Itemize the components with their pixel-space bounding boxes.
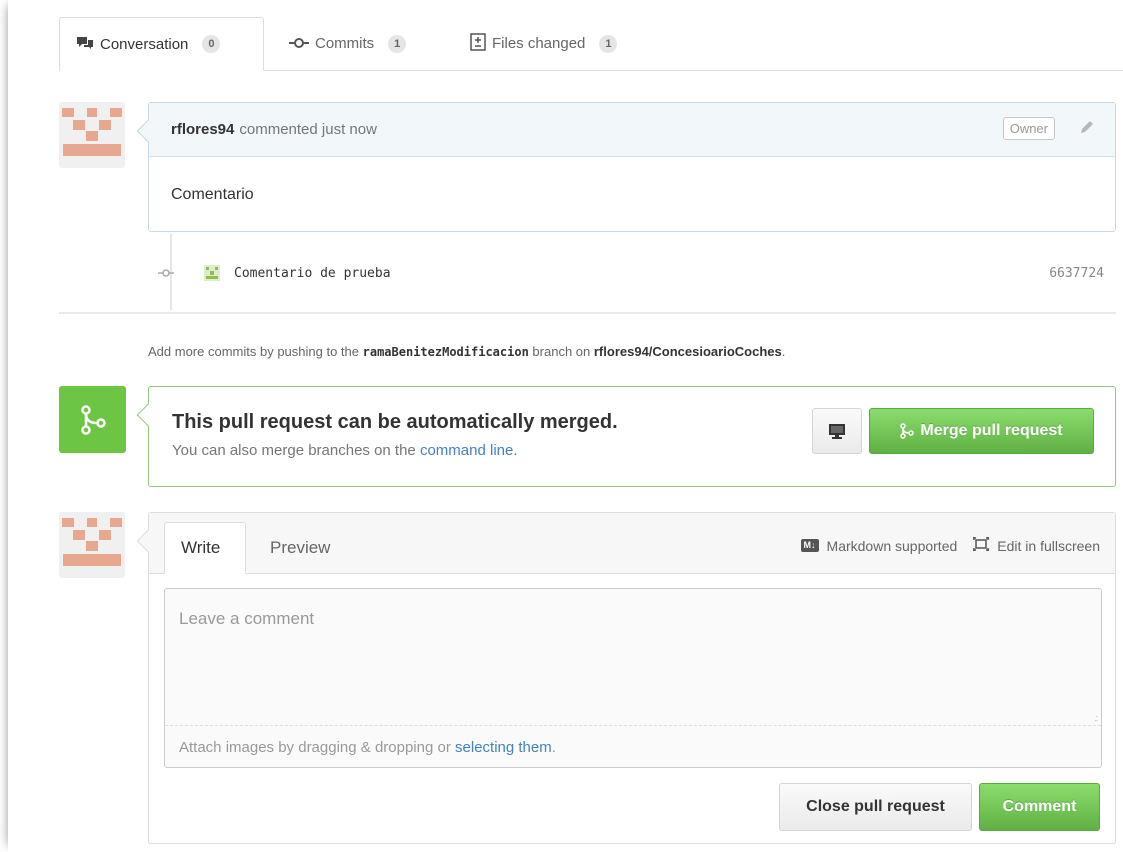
commit-row: Comentario de prueba 6637724	[158, 258, 1116, 288]
markdown-icon: M↓	[800, 539, 819, 552]
files-changed-count: 1	[599, 34, 618, 53]
tab-files-changed[interactable]: Files changed 1	[454, 17, 654, 70]
tab-write[interactable]: Write	[164, 522, 246, 574]
select-files-link[interactable]: selecting them	[455, 739, 552, 756]
comment-placeholder: Leave a comment	[179, 609, 315, 628]
diff-icon	[470, 33, 486, 54]
comment-box: rflores94 commented just now Owner Comen…	[136, 102, 1116, 232]
attach-images-hint: Attach images by dragging & dropping or …	[179, 739, 556, 756]
timeline-divider	[59, 312, 1116, 314]
comment-body: Comentario	[171, 185, 254, 203]
comment-textarea[interactable]: Leave a comment .: Attach images by drag…	[164, 588, 1102, 768]
commit-sha[interactable]: 6637724	[1049, 266, 1104, 281]
merge-status-title: This pull request can be automatically m…	[172, 411, 618, 433]
tab-preview[interactable]: Preview	[254, 522, 354, 573]
pencil-icon[interactable]	[1079, 119, 1095, 140]
owner-badge: Owner	[1002, 117, 1055, 140]
merge-status-icon	[59, 386, 126, 453]
close-pull-request-button[interactable]: Close pull request	[779, 783, 972, 831]
comment-composer: Write Preview M↓ Markdown supported Edit…	[136, 512, 1116, 844]
avatar[interactable]	[59, 512, 125, 578]
fullscreen-icon[interactable]	[973, 537, 990, 554]
commits-count: 1	[388, 34, 407, 53]
tab-conversation[interactable]: Conversation 0	[59, 17, 264, 71]
merge-box: This pull request can be automatically m…	[136, 386, 1116, 487]
avatar[interactable]	[59, 102, 125, 168]
pr-tabs: Conversation 0 Commits 1 Files changed 1	[59, 17, 1123, 71]
command-line-link[interactable]: command line	[420, 442, 513, 459]
edit-fullscreen-link[interactable]: Edit in fullscreen	[997, 538, 1100, 554]
push-info: Add more commits by pushing to the ramaB…	[148, 344, 786, 359]
markdown-supported-link[interactable]: Markdown supported	[827, 538, 958, 554]
branch-name: ramaBenitezModificacion	[362, 345, 529, 359]
comment-header: rflores94 commented just now	[149, 103, 1115, 157]
desktop-icon	[829, 424, 845, 439]
resize-grip-icon[interactable]: .:	[1094, 713, 1098, 723]
comment-button[interactable]: Comment	[979, 783, 1100, 831]
merge-pull-request-button[interactable]: Merge pull request	[869, 408, 1094, 454]
repo-name: rflores94/ConcesioarioCoches	[593, 344, 782, 359]
git-commit-icon	[158, 266, 174, 281]
git-merge-icon	[80, 404, 106, 435]
conversation-count: 0	[202, 35, 221, 53]
git-commit-icon	[289, 36, 309, 52]
git-merge-icon	[900, 423, 915, 439]
attach-divider	[165, 725, 1101, 726]
composer-header: Write Preview M↓ Markdown supported Edit…	[149, 513, 1115, 574]
commit-message[interactable]: Comentario de prueba	[234, 266, 391, 281]
comment-discussion-icon	[76, 36, 94, 53]
merge-status-subtitle: You can also merge branches on the comma…	[172, 442, 518, 459]
comment-author[interactable]: rflores94	[171, 121, 234, 138]
comment-timestamp: commented just now	[239, 121, 377, 138]
composer-tools: M↓ Markdown supported Edit in fullscreen	[800, 537, 1100, 554]
tab-commits[interactable]: Commits 1	[273, 17, 433, 70]
open-in-desktop-button[interactable]	[812, 408, 862, 454]
commit-author-avatar[interactable]	[204, 265, 220, 281]
